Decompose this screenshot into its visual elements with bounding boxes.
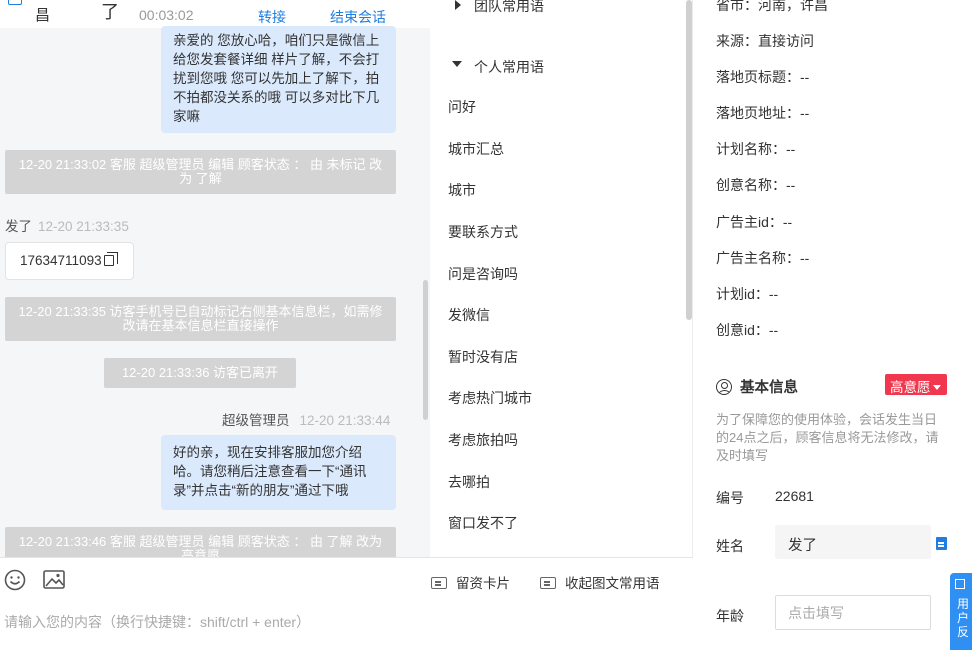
info-region: 省市：河南，许昌 <box>716 0 828 13</box>
name-field[interactable]: 发了 <box>775 525 931 559</box>
info-landing-title: 落地页标题：-- <box>716 69 810 85</box>
feedback-label: 用户反 <box>957 597 970 639</box>
id-value: 22681 <box>775 488 814 504</box>
phrase-group-label: 团队常用语 <box>474 0 544 14</box>
card-icon <box>540 577 556 589</box>
chat-header: 昌 了 00:03:02 转接 结束会话 <box>0 0 430 28</box>
visitor-name: 发了 <box>5 219 32 234</box>
basic-info-label: 基本信息 <box>740 380 798 396</box>
system-message: 12-20 21:33:35 访客手机号已自动标记右侧基本信息栏，如需修改请在基… <box>5 297 396 341</box>
edit-notice: 为了保障您的使用体验，会话发生当日的24点之后，顾客信息将无法修改，请及时填写 <box>716 412 939 463</box>
system-message: 12-20 21:33:02 客服 超级管理员 编辑 顾客状态 ： 由 未标记 … <box>5 150 396 194</box>
phrase-item[interactable]: 暂时没有店 <box>448 347 518 367</box>
phrase-item[interactable]: 考虑热门城市 <box>448 388 532 408</box>
message-input[interactable]: 请输入您的内容（换行快捷键：shift/ctrl + enter） <box>4 612 310 632</box>
phrase-item[interactable]: 去哪拍 <box>448 472 490 492</box>
chat-scrollbar[interactable] <box>423 280 428 420</box>
feedback-tab[interactable]: 用户反 <box>950 573 972 650</box>
phrase-item[interactable]: 问好 <box>448 97 476 117</box>
chat-panel: 昌 了 00:03:02 转接 结束会话 亲爱的 您放心哈，咱们只是微信上给您发… <box>0 0 430 557</box>
end-session-button[interactable]: 结束会话 <box>330 7 386 27</box>
message-time: 12-20 21:33:35 <box>38 219 129 234</box>
info-advertiser-name: 广告主名称：-- <box>716 250 810 266</box>
user-circle-icon <box>716 379 732 395</box>
copy-doc-icon[interactable] <box>936 537 947 550</box>
agent-meta: 超级管理员 12-20 21:33:44 <box>222 409 390 429</box>
session-timer: 00:03:02 <box>139 7 194 23</box>
intent-label: 高意愿 <box>890 380 931 395</box>
transfer-button[interactable]: 转接 <box>258 7 286 27</box>
emoji-icon[interactable] <box>4 569 26 591</box>
phrase-group-team[interactable]: 团队常用语 <box>430 0 670 20</box>
phrase-item[interactable]: 城市 <box>448 180 476 200</box>
phrases-scrollbar[interactable] <box>686 0 692 320</box>
system-message: 12-20 21:33:46 客服 超级管理员 编辑 顾客状态 ： 由 了解 改… <box>5 527 396 557</box>
agent-message: 好的亲，现在安排客服加您介绍哈。请您稍后注意查看一下“通讯录”并点击“新的朋友”… <box>161 435 396 510</box>
agent-name: 超级管理员 <box>222 413 290 428</box>
info-source: 来源：直接访问 <box>716 33 814 49</box>
message-input-area: 留资卡片 收起图文常用语 请输入您的内容（换行快捷键：shift/ctrl + … <box>0 557 693 650</box>
lead-card-label: 留资卡片 <box>456 576 510 591</box>
monitor-icon <box>8 0 22 5</box>
system-message: 12-20 21:33:36 访客已离开 <box>104 358 296 388</box>
visitor-name-part: 昌 <box>35 7 51 24</box>
phrase-group-label: 个人常用语 <box>474 59 544 75</box>
quick-phrases-panel: 团队常用语 个人常用语 问好 城市汇总 城市 要联系方式 问是咨询吗 发微信 暂… <box>430 0 693 557</box>
info-creative-name: 创意名称：-- <box>716 177 796 193</box>
visitor-info-panel: 省市：河南，许昌 来源：直接访问 落地页标题：-- 落地页地址：-- 计划名称：… <box>693 0 972 650</box>
collapse-phrases-label: 收起图文常用语 <box>565 576 660 591</box>
id-label: 编号 <box>716 490 744 506</box>
copy-icon[interactable] <box>103 252 118 266</box>
phrase-item[interactable]: 考虑旅拍吗 <box>448 430 518 450</box>
message-time: 12-20 21:33:44 <box>299 413 391 428</box>
agent-message: 亲爱的 您放心哈，咱们只是微信上给您发套餐详细 样片了解，不会打扰到您哦 您可以… <box>161 26 396 133</box>
phrase-group-personal[interactable]: 个人常用语 <box>430 56 670 78</box>
basic-info-title: 基本信息 <box>716 376 798 397</box>
info-advertiser-id: 广告主id：-- <box>716 214 793 230</box>
phrase-item[interactable]: 窗口发不了 <box>448 513 518 533</box>
phrase-item[interactable]: 城市汇总 <box>448 139 504 159</box>
cube-icon <box>955 579 965 589</box>
info-plan-name: 计划名称：-- <box>716 141 796 157</box>
age-label: 年龄 <box>716 608 744 624</box>
info-creative-id: 创意id：-- <box>716 322 779 338</box>
phone-card[interactable]: 17634711093 <box>5 242 134 280</box>
caret-right-icon <box>455 0 461 10</box>
lead-card-button[interactable]: 留资卡片 <box>431 572 510 592</box>
phone-number: 17634711093 <box>20 253 102 268</box>
info-landing-url: 落地页地址：-- <box>716 105 810 121</box>
caret-down-icon <box>932 385 941 390</box>
visitor-name-part: 了 <box>101 2 119 22</box>
phrase-item[interactable]: 要联系方式 <box>448 222 518 242</box>
image-icon[interactable] <box>43 570 65 589</box>
name-label: 姓名 <box>716 538 744 554</box>
caret-down-icon <box>452 61 462 67</box>
age-input[interactable] <box>775 595 931 630</box>
phrase-item[interactable]: 问是咨询吗 <box>448 264 518 284</box>
info-plan-id: 计划id：-- <box>716 286 779 302</box>
phrase-item[interactable]: 发微信 <box>448 305 490 325</box>
collapse-phrases-button[interactable]: 收起图文常用语 <box>540 572 660 592</box>
card-icon <box>431 577 447 589</box>
visitor-meta: 发了 12-20 21:33:35 <box>5 215 129 235</box>
intent-dropdown[interactable]: 高意愿 <box>885 374 947 395</box>
